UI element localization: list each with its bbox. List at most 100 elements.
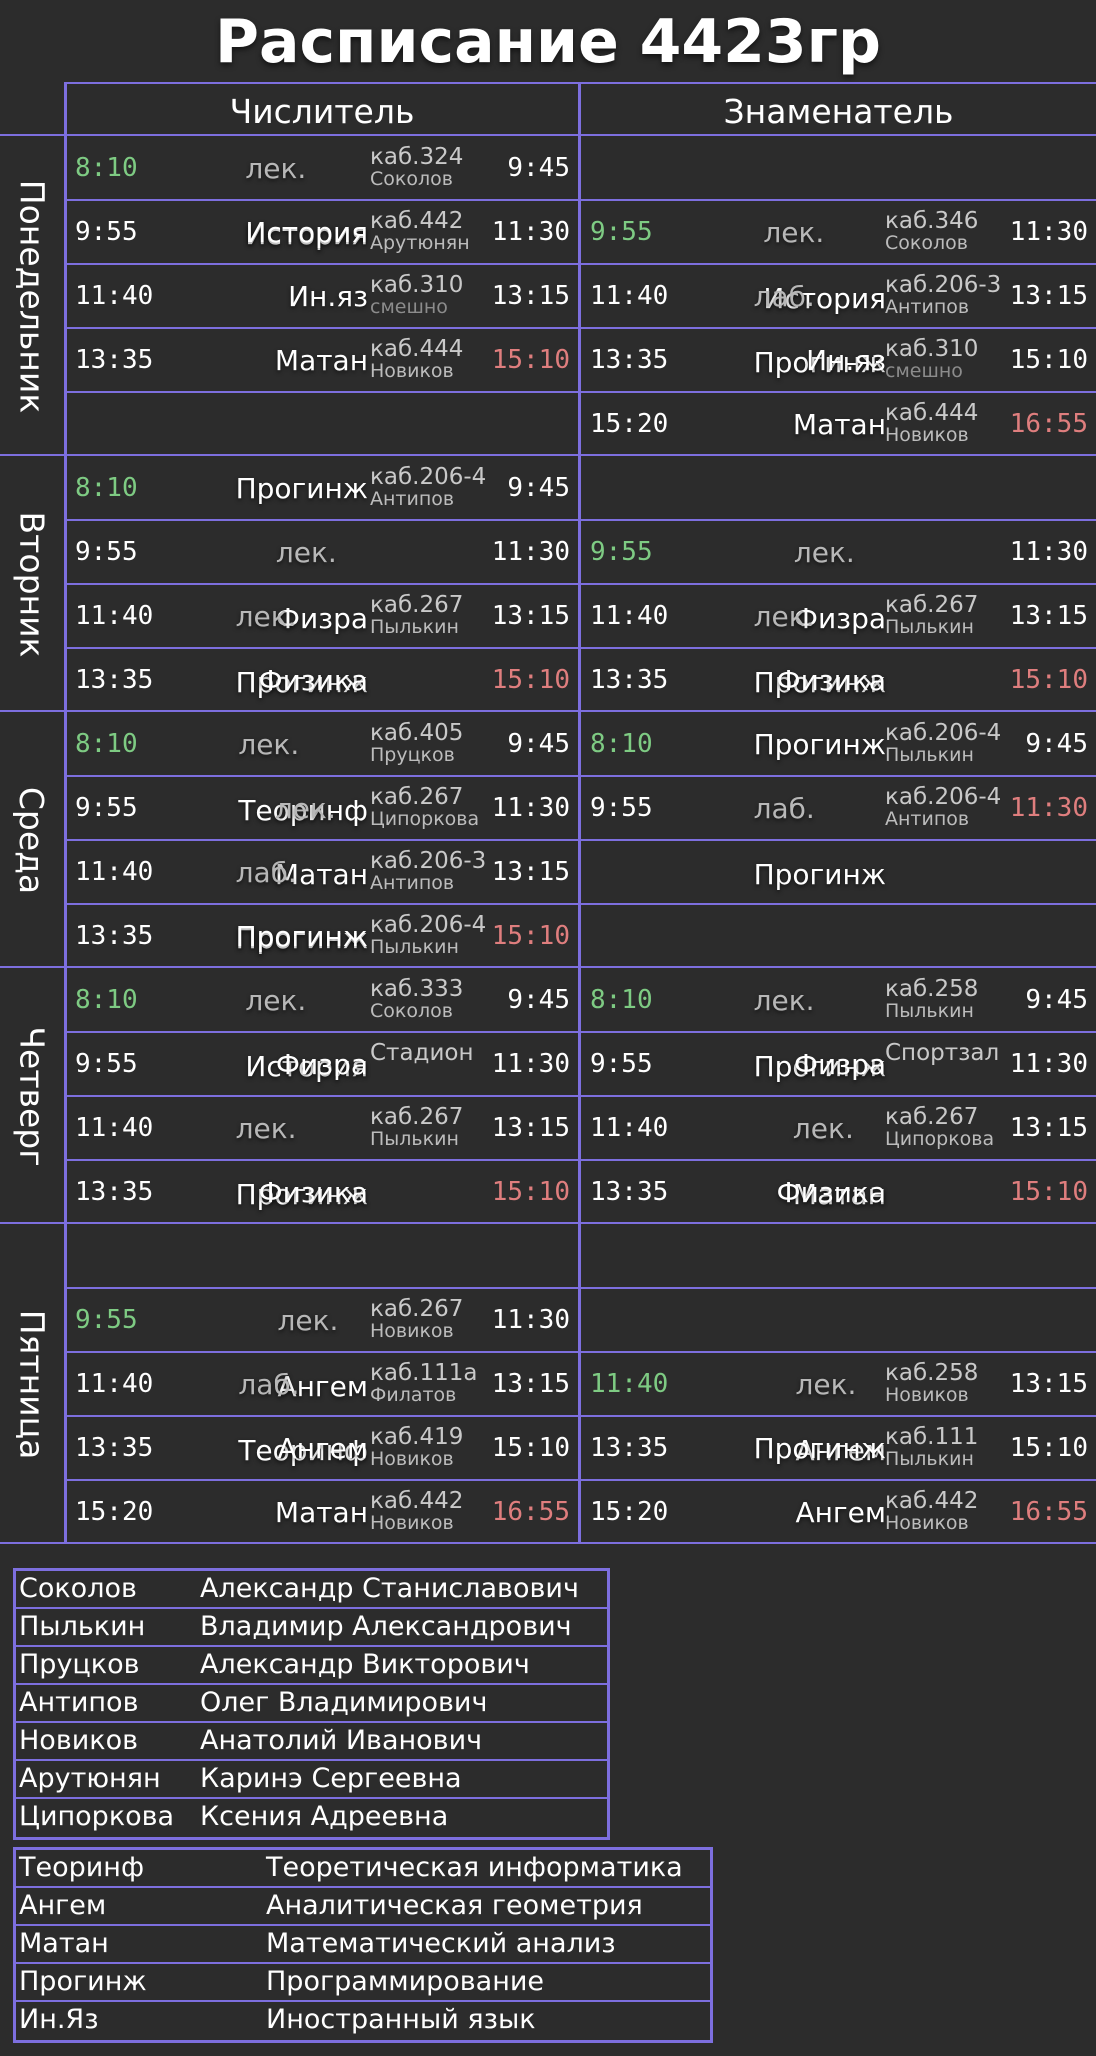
lesson-cell: 13:35 Прогинж каб.111 Пылькин 15:10 xyxy=(581,1416,1096,1480)
short-name: Матан xyxy=(19,1928,109,1959)
room-info: каб.442 Новиков xyxy=(370,1489,463,1534)
subjects-legend: Теоринф Теоретическая информатика Ангем Ана… xyxy=(13,1847,713,2043)
teacher-name: Новиков xyxy=(370,1320,454,1342)
full-name: Анатолий Иванович xyxy=(200,1725,483,1756)
room-number: каб.111 xyxy=(885,1424,979,1450)
room-info: каб.111a Филатов xyxy=(370,1361,477,1406)
room-number: каб.267 xyxy=(370,592,464,618)
end-time: 11:30 xyxy=(1009,1049,1088,1079)
start-time: 9:55 xyxy=(590,537,653,567)
subject-name: Физика xyxy=(776,664,886,697)
short-name: Ангем xyxy=(19,1890,107,1921)
start-time: 9:55 xyxy=(75,1305,138,1335)
subject-name: Физра xyxy=(793,1048,886,1081)
end-time: 15:10 xyxy=(1009,665,1088,695)
end-time: 13:15 xyxy=(1009,281,1088,311)
teacher-name: Соколов xyxy=(370,1000,453,1022)
short-name: Арутюнян xyxy=(19,1763,161,1794)
teacher-name: Пылькин xyxy=(885,744,974,766)
lesson-subject: Прогинж xyxy=(754,712,886,776)
room-info: каб.324 Соколов xyxy=(370,145,463,190)
end-time: 11:30 xyxy=(491,537,570,567)
teacher-name: Антипов xyxy=(885,808,970,830)
short-name: Пруцков xyxy=(19,1649,140,1680)
room-info: каб.310 смешно xyxy=(370,273,463,318)
day-name: Понедельник xyxy=(12,179,52,413)
lesson-type: лек. xyxy=(238,728,300,761)
teacher-name: Ципоркова xyxy=(370,808,480,830)
room-info: каб.267 Новиков xyxy=(370,1297,463,1342)
lesson-subject: Ангем xyxy=(795,1480,886,1544)
teacher-name: Пылькин xyxy=(370,1128,459,1150)
start-time: 11:40 xyxy=(590,281,669,311)
room-number: каб.206-4 xyxy=(885,784,1002,810)
room-number: каб.206-3 xyxy=(370,848,487,874)
lesson-cell: 9:55 лек. Физра 11:30 xyxy=(581,520,1096,635)
room-info: каб.405 Пруцков xyxy=(370,721,463,766)
end-time: 13:15 xyxy=(491,1369,570,1399)
end-time: 16:55 xyxy=(1009,1497,1088,1527)
day-name: Четверг xyxy=(12,1025,52,1167)
subject-name: Прогинж xyxy=(753,858,886,891)
denominator-header: Знаменатель xyxy=(723,92,954,131)
start-time: 11:40 xyxy=(75,857,154,887)
room-info: Спортзал xyxy=(885,1041,999,1065)
teacher-name: Антипов xyxy=(885,296,970,318)
teacher-row: Ципоркова Ксения Адреевна xyxy=(16,1799,607,1837)
lesson-cell: 15:20 Матан каб.444 Новиков 16:55 xyxy=(581,392,1096,456)
subject-row: Матан Математический анализ xyxy=(16,1926,710,1964)
start-time: 15:20 xyxy=(590,409,669,439)
lesson-subject: Матан xyxy=(275,328,368,392)
start-time: 13:35 xyxy=(590,1177,669,1207)
subject-name: Матан xyxy=(274,344,368,377)
lesson-subject: Физра xyxy=(276,1032,368,1096)
room-number: каб.346 xyxy=(885,208,979,234)
lesson-cell: 11:40 лаб. Прогинж каб.206-3 Антипов 13:15 xyxy=(66,840,578,955)
room-number: каб.442 xyxy=(370,208,464,234)
short-name: Антипов xyxy=(19,1687,139,1718)
lesson-subject: лаб. Прогинж xyxy=(754,264,886,379)
full-name: Ксения Адреевна xyxy=(200,1801,449,1832)
room-number: каб.206-4 xyxy=(885,720,1002,746)
start-time: 13:35 xyxy=(75,921,154,951)
lesson-cell: 13:35 Прогинж каб.206-4 Пылькин 15:10 xyxy=(66,904,578,968)
short-name: Теоринф xyxy=(19,1852,145,1883)
lesson-subject: лаб. Прогинж xyxy=(754,776,886,891)
subject-name: Прогинж xyxy=(753,728,886,761)
start-time: 13:35 xyxy=(590,665,669,695)
teacher-row: Пылькин Владимир Александрович xyxy=(16,1609,607,1647)
lesson-type: лек. xyxy=(235,600,297,633)
short-name: Новиков xyxy=(19,1725,139,1756)
room-number: каб.419 xyxy=(370,1424,464,1450)
end-time: 9:45 xyxy=(507,153,570,183)
end-time: 15:10 xyxy=(1009,1433,1088,1463)
lesson-cell: 9:55 лек. Матан каб.267 Ципоркова 11:30 xyxy=(66,776,578,891)
subject-name: Прогинж xyxy=(753,1432,886,1465)
subject-row: Прогинж Программирование xyxy=(16,1964,710,2002)
lesson-subject: лек. Ангем xyxy=(277,1288,368,1403)
lesson-type: лек. xyxy=(275,536,337,569)
start-time: 11:40 xyxy=(75,281,154,311)
room-info: каб.444 Новиков xyxy=(370,337,463,382)
room-info: каб.444 Новиков xyxy=(885,401,978,446)
lesson-type: лек. xyxy=(235,1112,297,1145)
teacher-name: Ципоркова xyxy=(885,1128,995,1150)
teacher-name: Пылькин xyxy=(370,616,459,638)
lesson-subject: лек. История xyxy=(245,136,368,251)
room-info: каб.442 Новиков xyxy=(885,1489,978,1534)
short-name: Прогинж xyxy=(19,1966,147,1997)
lesson-subject: лаб. Прогинж xyxy=(235,840,368,955)
teacher-name: Антипов xyxy=(370,488,455,510)
lesson-cell: 8:10 Прогинж каб.206-4 Пылькин 9:45 xyxy=(581,712,1096,776)
subject-name: Ангем xyxy=(795,1496,886,1529)
subject-row: Ангем Аналитическая геометрия xyxy=(16,1888,710,1926)
lesson-type: лаб. xyxy=(238,1368,300,1401)
end-time: 13:15 xyxy=(491,1113,570,1143)
end-time: 11:30 xyxy=(1009,537,1088,567)
room-info: каб.267 Пылькин xyxy=(370,1105,463,1150)
full-name: Теоретическая информатика xyxy=(266,1852,683,1883)
room-number: каб.206-3 xyxy=(885,272,1002,298)
lesson-type: лаб. xyxy=(235,856,297,889)
room-info: Стадион xyxy=(370,1041,474,1065)
teacher-row: Пруцков Александр Викторович xyxy=(16,1647,607,1685)
